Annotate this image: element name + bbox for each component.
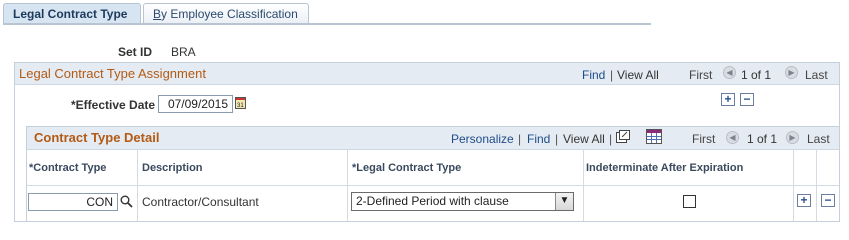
description-value: Contractor/Consultant <box>142 195 259 209</box>
assignment-title: Legal Contract Type Assignment <box>19 66 206 81</box>
spreadsheet-icon[interactable] <box>646 129 662 144</box>
separator: | <box>555 132 559 146</box>
add-row-icon[interactable]: + <box>721 93 735 106</box>
calendar-icon[interactable]: 31 <box>235 97 246 109</box>
separator: | <box>518 132 522 146</box>
separator: | <box>610 68 614 82</box>
new-window-icon[interactable] <box>616 130 630 143</box>
tab-label: By Employee Classification <box>153 7 298 21</box>
arrow-left-icon[interactable]: ◀ <box>726 131 739 144</box>
legal-contract-type-select[interactable]: 2-Defined Period with clause ▼ <box>351 192 574 211</box>
assignment-find-link[interactable]: Find <box>582 68 605 82</box>
col-description[interactable]: Description <box>142 162 203 174</box>
contract-type-input[interactable]: CON <box>28 193 118 211</box>
separator: | <box>609 132 613 146</box>
assignment-page-count: 1 of 1 <box>741 68 772 82</box>
detail-title: Contract Type Detail <box>34 130 160 145</box>
tab-legal-contract-type[interactable]: Legal Contract Type <box>3 3 141 24</box>
indeterminate-checkbox[interactable] <box>683 195 696 208</box>
effective-date-label: *Effective Date <box>71 98 156 112</box>
col-legal-contract-type[interactable]: *Legal Contract Type <box>352 162 461 174</box>
magnifier-icon[interactable] <box>120 195 133 208</box>
chevron-down-icon[interactable]: ▼ <box>555 193 573 210</box>
assignment-last: Last <box>805 68 828 82</box>
detail-page-count: 1 of 1 <box>747 132 778 146</box>
assignment-view-all[interactable]: View All <box>617 68 659 82</box>
add-row-icon[interactable]: + <box>797 194 811 207</box>
setid-value: BRA <box>171 45 196 59</box>
remove-row-icon[interactable]: − <box>740 93 754 106</box>
grid-divider <box>27 185 839 186</box>
selected-value: 2-Defined Period with clause <box>356 194 509 208</box>
effective-date-input[interactable]: 07/09/2015 <box>158 95 233 113</box>
arrow-left-icon[interactable]: ◀ <box>723 66 736 79</box>
detail-view-all[interactable]: View All <box>563 132 605 146</box>
arrow-right-icon[interactable]: ▶ <box>785 66 798 79</box>
detail-find-link[interactable]: Find <box>527 132 550 146</box>
assignment-first: First <box>689 68 713 82</box>
personalize-link[interactable]: Personalize <box>451 132 514 146</box>
tab-underline <box>3 23 651 25</box>
svg-text:31: 31 <box>237 103 244 108</box>
remove-row-icon[interactable]: − <box>821 194 835 207</box>
arrow-right-icon[interactable]: ▶ <box>786 131 799 144</box>
tab-by-employee-classification[interactable]: By Employee Classification <box>143 3 309 24</box>
col-indeterminate[interactable]: Indeterminate After Expiration <box>586 162 743 174</box>
detail-first: First <box>692 132 716 146</box>
col-contract-type[interactable]: *Contract Type <box>29 162 106 174</box>
detail-last: Last <box>807 132 830 146</box>
tab-label: Legal Contract Type <box>13 7 128 21</box>
setid-label: Set ID <box>118 45 153 59</box>
